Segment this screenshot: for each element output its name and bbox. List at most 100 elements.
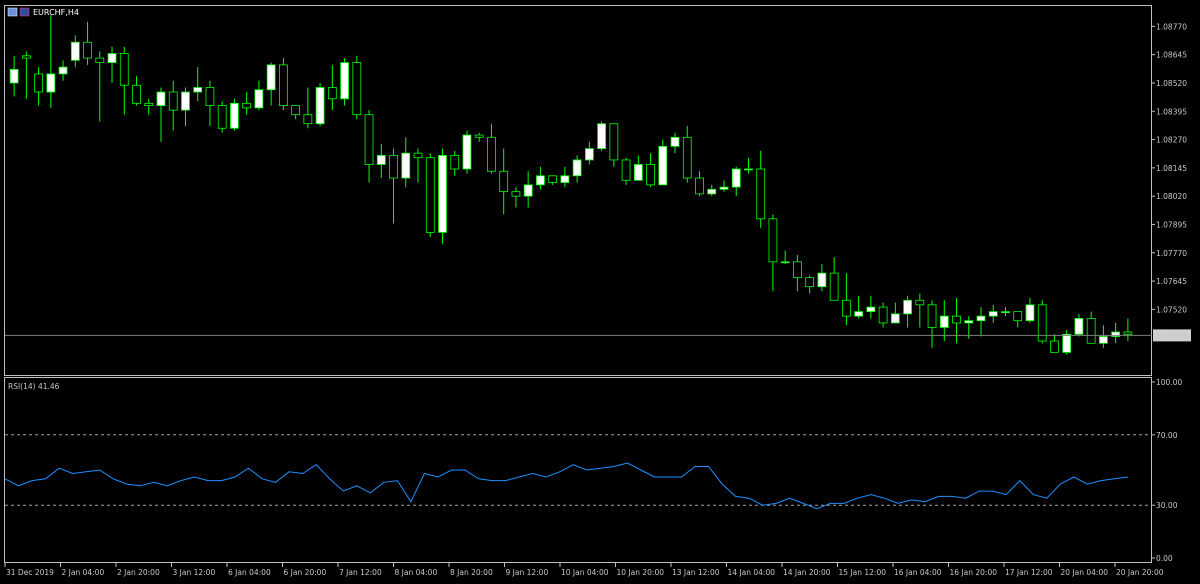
candle [707,184,717,197]
candle-body [266,64,276,91]
candle [70,35,80,68]
candle-body [9,68,19,84]
candle-body [46,73,56,93]
candle [793,255,802,292]
rsi-line [4,462,1129,510]
candle [1037,300,1047,344]
candle-body [242,102,252,109]
candle-body [119,53,129,86]
candle-body [462,134,472,170]
candle [572,155,582,183]
candle [523,171,533,208]
candle-body [205,87,215,107]
candle [1123,318,1133,342]
candle-body [903,299,912,315]
candle [768,214,778,292]
candle [413,148,423,183]
candle [548,175,558,185]
price-tick-label: 1.07770 [1156,249,1187,258]
price-tick-label: 1.07520 [1156,305,1187,314]
rsi-axis: 100.00 70.00 30.00 0.00 [5,378,1182,563]
price-axis: 1.08770 1.08645 1.08520 1.08395 1.08270 1.081… [1151,22,1191,342]
candle-body [952,315,961,324]
candle [193,67,203,102]
candle-body [805,277,815,288]
candle [658,139,668,186]
candle [303,87,313,129]
candle [487,123,496,174]
candle-body [511,191,521,197]
candle [499,148,509,215]
candle-body [597,123,606,150]
candle-body [682,136,692,179]
candle-body [217,105,227,129]
candle-body [976,315,986,322]
time-tick-label: 7 Jan 12:00 [339,568,382,577]
time-tick-label: 16 Jan 04:00 [894,568,942,577]
rsi-series [4,462,1129,510]
candle [1074,313,1084,337]
candle [217,101,227,133]
candle-body [254,89,264,109]
candle [119,46,129,115]
candle-body [340,62,349,100]
candle-body [842,299,851,317]
price-tick-label: 1.08270 [1156,136,1187,145]
candle-body [487,136,496,172]
candle [438,148,447,244]
candle-body [915,299,925,306]
candle [1050,334,1059,353]
candle [21,51,31,99]
candle-body [572,159,582,177]
candle [132,76,141,106]
candle-body [499,170,509,193]
candle [621,157,631,185]
candle-body [376,155,386,165]
candle [279,58,288,111]
candle [242,92,252,115]
candle-body [364,114,374,165]
rsi-tick-label: 70.00 [1156,431,1178,440]
candle-body [327,87,337,100]
candle-body [866,306,876,313]
candle-body [401,152,411,179]
candle [511,187,521,208]
time-tick-label: 14 Jan 20:00 [783,568,831,577]
candle [401,137,411,188]
time-tick-label: 3 Jan 12:00 [173,568,216,577]
candle [817,264,827,292]
candle [952,298,961,344]
candle-body [413,152,423,159]
candle [866,295,876,319]
time-tick-label: 13 Jan 12:00 [672,568,720,577]
candle [670,132,680,154]
candle [780,250,790,265]
candle-body [107,53,117,63]
candle [181,87,190,126]
candle [1111,322,1121,344]
candle-body [144,102,154,107]
candle [1025,298,1035,323]
time-tick-label: 10 Jan 04:00 [561,568,609,577]
candle [46,15,56,108]
candle-body [1062,333,1072,353]
candle-body [780,261,790,264]
candle-body [560,175,570,183]
candle [205,80,215,126]
candle-body [1123,331,1133,335]
candle-body [670,136,680,147]
candle [903,295,912,328]
time-tick-label: 2 Jan 04:00 [62,568,105,577]
candle [376,144,386,179]
time-tick-label: 6 Jan 04:00 [228,568,271,577]
candle [58,60,68,81]
candle-body [756,168,766,220]
candle-body [768,218,778,263]
candle [315,82,325,126]
rsi-panel-frame [4,377,1152,563]
candle-body [291,105,300,116]
candle [878,302,888,328]
time-tick-label: 9 Jan 12:00 [506,568,549,577]
price-tick-label: 1.07645 [1156,277,1187,286]
candle-body [719,186,729,190]
